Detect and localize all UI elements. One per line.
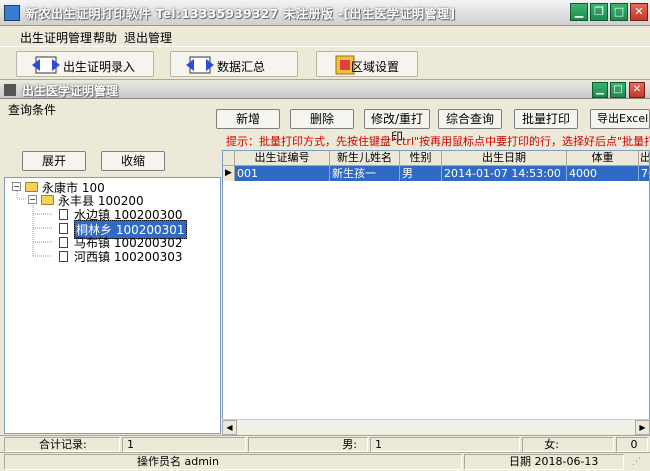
collapse-button[interactable]: 收缩	[101, 151, 165, 171]
horizontal-scrollbar[interactable]: ◀ ▶	[222, 419, 650, 435]
expand-button[interactable]: 展开	[22, 151, 86, 171]
table-cell[interactable]: 新生孩一	[330, 166, 400, 181]
male-count-label: 男:	[248, 437, 368, 452]
certificate-entry-button[interactable]: 出生证明录入	[16, 51, 154, 77]
scroll-right-icon[interactable]: ▶	[635, 420, 650, 435]
records-grid[interactable]: 出生证编号 新生儿姓名 性别 出生日期 体重 出 ▶ 001 新生孩一 男 20…	[222, 150, 650, 434]
folder-icon	[25, 182, 38, 192]
delete-button[interactable]: 删除	[290, 109, 354, 129]
table-cell[interactable]: 男	[400, 166, 442, 181]
inner-maximize-button[interactable]: □	[610, 82, 626, 98]
operator-name: 操作员名 admin	[4, 454, 462, 470]
batch-print-button[interactable]: 批量打印	[514, 109, 578, 129]
status-bar-counts: 合计记录: 1 男: 1 女: 0	[0, 435, 650, 452]
tree-expander[interactable]: −	[28, 195, 37, 204]
status-bar-info: 操作员名 admin 日期 2018-06-13 ⋰	[0, 452, 650, 471]
region-settings-label: 区域设置	[351, 60, 400, 74]
window-titlebar[interactable]: 新农出生证明打印软件 Tel:13335939327 未注册版 -[出生医学证明…	[0, 0, 650, 26]
menu-exit[interactable]: 退出管理	[124, 29, 172, 46]
app-icon	[4, 5, 20, 21]
document-icon	[59, 223, 68, 234]
table-cell[interactable]: 4000	[567, 166, 639, 181]
col-header-cert-no[interactable]: 出生证编号	[235, 151, 330, 166]
batch-print-hint: 提示：批量打印方式，先按住键盘"ctrl"按再用鼠标点中要打印的行，选择好后点"…	[226, 135, 650, 148]
data-summary-icon	[186, 56, 214, 74]
col-header-birth-date[interactable]: 出生日期	[442, 151, 567, 166]
inner-window-titlebar[interactable]: 出生医学证明管理 ▁ □ ✕	[0, 81, 650, 99]
female-count-value: 0	[616, 437, 648, 452]
current-date: 日期 2018-06-13	[464, 454, 624, 470]
region-settings-button[interactable]: 区域设置	[316, 51, 418, 77]
inner-minimize-button[interactable]: ▁	[592, 82, 608, 98]
export-excel-button[interactable]: 导出Excel	[590, 109, 650, 129]
inner-window-title: 出生医学证明管理	[22, 84, 119, 98]
total-records-label: 合计记录:	[4, 437, 120, 452]
col-header-gender[interactable]: 性别	[400, 151, 442, 166]
inner-window-icon	[4, 84, 16, 96]
minimize-button[interactable]: ▁	[570, 3, 588, 21]
query-conditions-label: 查询条件	[8, 103, 57, 117]
resize-grip-icon[interactable]: ⋰	[632, 457, 646, 470]
total-records-value: 1	[122, 437, 246, 452]
col-header-weight[interactable]: 体重	[567, 151, 639, 166]
row-indicator-header	[223, 151, 235, 166]
folder-icon	[41, 195, 54, 205]
table-cell[interactable]: 001	[235, 166, 330, 181]
table-cell[interactable]: 2014-01-07 14:53:00	[442, 166, 567, 181]
menu-help[interactable]: 帮助	[93, 29, 117, 46]
document-icon	[59, 251, 68, 262]
scroll-left-icon[interactable]: ◀	[222, 420, 237, 435]
inner-close-button[interactable]: ✕	[629, 82, 645, 98]
certificate-entry-icon	[32, 56, 60, 74]
certificate-entry-label: 出生证明录入	[63, 60, 136, 74]
add-button[interactable]: 新增	[216, 109, 280, 129]
tree-node-hexi[interactable]: 河西镇 100200303	[74, 248, 183, 265]
tree-expander[interactable]: −	[12, 182, 21, 191]
edit-reprint-button[interactable]: 修改/重打印	[364, 109, 430, 144]
menu-bar: 出生证明管理 帮助 退出管理	[0, 27, 650, 47]
col-header-partial[interactable]: 出	[639, 151, 649, 166]
window-title: 新农出生证明打印软件 Tel:13335939327 未注册版 -[出生医学证明…	[26, 7, 456, 21]
restore-button[interactable]: ❐	[590, 3, 608, 21]
data-summary-button[interactable]: 数据汇总	[170, 51, 298, 77]
advanced-query-button[interactable]: 综合查询	[438, 109, 502, 129]
current-row-indicator-icon: ▶	[223, 166, 235, 181]
male-count-value: 1	[370, 437, 520, 452]
region-tree[interactable]: − 永康市 100 − 永丰县 100200 水边镇 100200300 桐林乡…	[4, 177, 221, 434]
female-count-label: 女:	[522, 437, 614, 452]
document-icon	[59, 237, 68, 248]
col-header-newborn-name[interactable]: 新生儿姓名	[330, 151, 400, 166]
close-button[interactable]: ✕	[630, 3, 648, 21]
menu-certificate-management[interactable]: 出生证明管理	[20, 29, 92, 46]
maximize-button[interactable]: □	[610, 3, 628, 21]
toolbar: 出生证明录入 数据汇总 区域设置	[0, 48, 650, 80]
table-cell[interactable]: 76	[639, 166, 649, 181]
data-summary-label: 数据汇总	[217, 60, 266, 74]
document-icon	[59, 209, 68, 220]
